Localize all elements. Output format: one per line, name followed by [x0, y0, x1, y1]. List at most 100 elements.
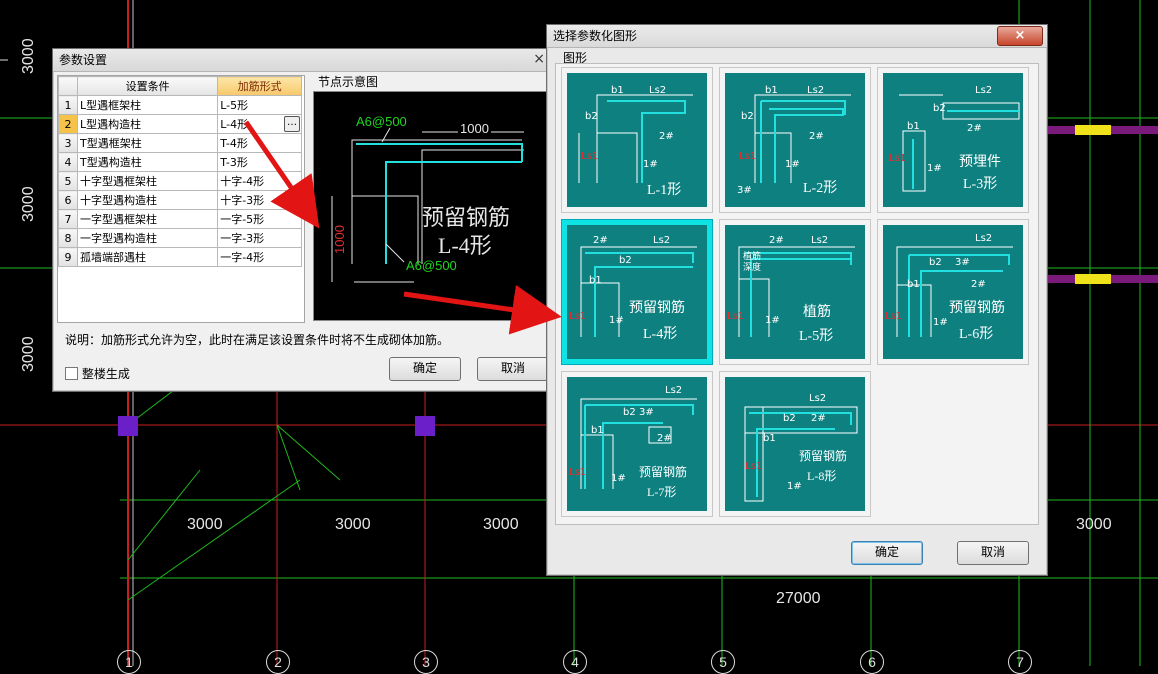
row-number: 7: [58, 209, 78, 229]
l2-tag-ls2: Ls2: [807, 85, 825, 96]
row-condition: 十字型遇构造柱: [76, 190, 219, 210]
shape-tile-l5[interactable]: 2# Ls2 植筋 深度 Ls1 1# 植筋 L-5形: [719, 219, 871, 365]
shape-dialog-close-icon[interactable]: ×: [997, 26, 1043, 46]
dim-vertical-1: 3000: [20, 38, 37, 74]
l1-tag-ls2: Ls2: [649, 85, 667, 96]
table-row[interactable]: 8 一字型遇构造柱 一字-3形: [58, 228, 302, 248]
row-condition: L型遇构造柱: [76, 114, 219, 134]
l7-tag-b1: b1: [591, 425, 604, 436]
shape-tile-l3[interactable]: Ls2 b2 b1 2# Ls1 1# 预埋件 L-3形: [877, 67, 1029, 213]
table-row[interactable]: 9 孤墙端部遇柱 一字-4形: [58, 247, 302, 267]
l8-title-line2: L-8形: [807, 469, 837, 483]
l1-tag-1: 1#: [643, 159, 658, 170]
column-header-form[interactable]: 加筋形式: [217, 76, 302, 96]
row-number: 1: [58, 95, 78, 115]
axis-bubble-3: 3: [414, 650, 438, 674]
l8-title-line1: 预留钢筋: [799, 449, 848, 463]
row-condition: T型遇框架柱: [76, 133, 219, 153]
row-form-editing[interactable]: L-4形…: [217, 114, 302, 134]
l3-tag-b2: b2: [933, 103, 946, 114]
param-dialog-close-icon[interactable]: ×: [533, 49, 545, 69]
l1-drawing: [578, 94, 693, 183]
row-condition: L型遇框架柱: [76, 95, 219, 115]
table-row[interactable]: 7 一字型遇框架柱 一字-5形: [58, 209, 302, 229]
preview-rebar-label-2: A6@500: [406, 258, 457, 273]
l2-tag-3: 3#: [737, 185, 752, 196]
row-form[interactable]: L-5形: [217, 95, 302, 115]
shape-tile-l1-graphic: b1 Ls2 b2 2# Ls1 1# L-1形: [567, 73, 707, 207]
dim-vertical-3: 3000: [20, 336, 37, 372]
l3-tag-b1: b1: [907, 121, 920, 132]
row-condition: 孤墙端部遇柱: [76, 247, 219, 267]
preview-vertical-length: 1000: [332, 225, 347, 254]
shape-ok-button[interactable]: 确定: [851, 541, 923, 565]
dim-vertical-2: 3000: [20, 186, 37, 222]
l2-tag-1: 1#: [785, 159, 800, 170]
l1-tag-b1: b1: [611, 85, 624, 96]
row-number: 8: [58, 228, 78, 248]
table-row[interactable]: 3 T型遇框架柱 T-4形: [58, 133, 302, 153]
node-preview: A6@500 1000 1000 A6@500 预留钢筋 L-4形: [313, 91, 551, 321]
shape-tile-l4-selected[interactable]: 2# Ls2 b2 b1 Ls1 1# 预留钢筋 L-4形: [561, 219, 713, 365]
ellipsis-button[interactable]: …: [284, 116, 300, 132]
row-form[interactable]: 一字-3形: [217, 228, 302, 248]
row-form[interactable]: 一字-4形: [217, 247, 302, 267]
l3-title-line2: L-3形: [963, 177, 998, 192]
axis-bubble-5: 5: [711, 650, 735, 674]
row-form[interactable]: 一字-5形: [217, 209, 302, 229]
shape-dialog-titlebar[interactable]: 选择参数化图形: [547, 25, 1047, 48]
l5-drawing: [738, 246, 855, 337]
axis-bubble-4: 4: [563, 650, 587, 674]
row-condition: 一字型遇框架柱: [76, 209, 219, 229]
param-ok-button[interactable]: 确定: [389, 357, 461, 381]
shape-tile-l7[interactable]: Ls2 b2 3# b1 2# Ls1 1# 预留钢筋 L-7形: [561, 371, 713, 517]
table-row[interactable]: 1 L型遇框架柱 L-5形: [58, 95, 302, 115]
l6-tag-ls2: Ls2: [975, 233, 993, 244]
whole-building-checkbox-row[interactable]: 整楼生成: [65, 365, 130, 382]
l7-tag-b2: b2: [623, 407, 636, 418]
l7-drawing: [580, 398, 697, 489]
l8-tag-b1: b1: [763, 433, 776, 444]
table-header-corner: [58, 76, 78, 96]
shape-dialog-title: 选择参数化图形: [553, 29, 638, 43]
l7-tag-ls1: Ls1: [569, 467, 587, 478]
table-row[interactable]: 5 十字型遇框架柱 十字-4形: [58, 171, 302, 191]
dim-bottom-2: 3000: [335, 516, 371, 533]
shape-tile-l2[interactable]: b1 Ls2 b2 2# Ls1 1# 3# L-2形: [719, 67, 871, 213]
shape-cancel-button[interactable]: 取消: [957, 541, 1029, 565]
dim-bottom-4: 3000: [1076, 516, 1112, 533]
l3-tag-2: 2#: [967, 123, 982, 134]
table-row[interactable]: 6 十字型遇构造柱 十字-3形: [58, 190, 302, 210]
shape-tile-l1[interactable]: b1 Ls2 b2 2# Ls1 1# L-1形: [561, 67, 713, 213]
row-form[interactable]: T-3形: [217, 152, 302, 172]
whole-building-checkbox[interactable]: [65, 367, 78, 380]
settings-table-pane: 设置条件 加筋形式 1 L型遇框架柱 L-5形 2 L型遇构造柱 L-4形 … 3 T型遇框…: [57, 75, 305, 323]
axis-bubble-2: 2: [266, 650, 290, 674]
l8-tag-b2: b2: [783, 413, 796, 424]
l6-title-line2: L-6形: [959, 327, 994, 342]
l5-tag-ls2: Ls2: [811, 235, 829, 246]
l8-tag-1: 1#: [787, 481, 802, 492]
column-header-condition[interactable]: 设置条件: [76, 76, 219, 96]
l3-title-line1: 预埋件: [959, 154, 1001, 170]
l4-title-line1: 预留钢筋: [629, 300, 685, 316]
l3-tag-ls2: Ls2: [975, 85, 993, 96]
row-form[interactable]: 十字-3形: [217, 190, 302, 210]
preview-title-line2: L-4形: [438, 233, 492, 258]
shape-tile-l6[interactable]: Ls2 b2 3# b1 2# Ls1 1# 预留钢筋 L-6形: [877, 219, 1029, 365]
l8-tag-ls1: Ls1: [745, 461, 763, 472]
l4-tag-1: 1#: [609, 315, 624, 326]
param-dialog-titlebar[interactable]: 参数设置: [53, 49, 553, 72]
row-number: 6: [58, 190, 78, 210]
l6-tag-2: 2#: [971, 279, 986, 290]
shape-tile-l8[interactable]: Ls2 b2 2# b1 Ls1 1# 预留钢筋 L-8形: [719, 371, 871, 517]
row-form[interactable]: 十字-4形: [217, 171, 302, 191]
l8-tag-2: 2#: [811, 413, 826, 424]
param-cancel-button[interactable]: 取消: [477, 357, 549, 381]
l1-tag-ls1: Ls1: [581, 151, 599, 162]
table-row-selected[interactable]: 2 L型遇构造柱 L-4形…: [58, 114, 302, 134]
l2-tag-ls1: Ls1: [739, 151, 757, 162]
row-form[interactable]: T-4形: [217, 133, 302, 153]
table-row[interactable]: 4 T型遇构造柱 T-3形: [58, 152, 302, 172]
l7-tag-3: 3#: [639, 407, 654, 418]
